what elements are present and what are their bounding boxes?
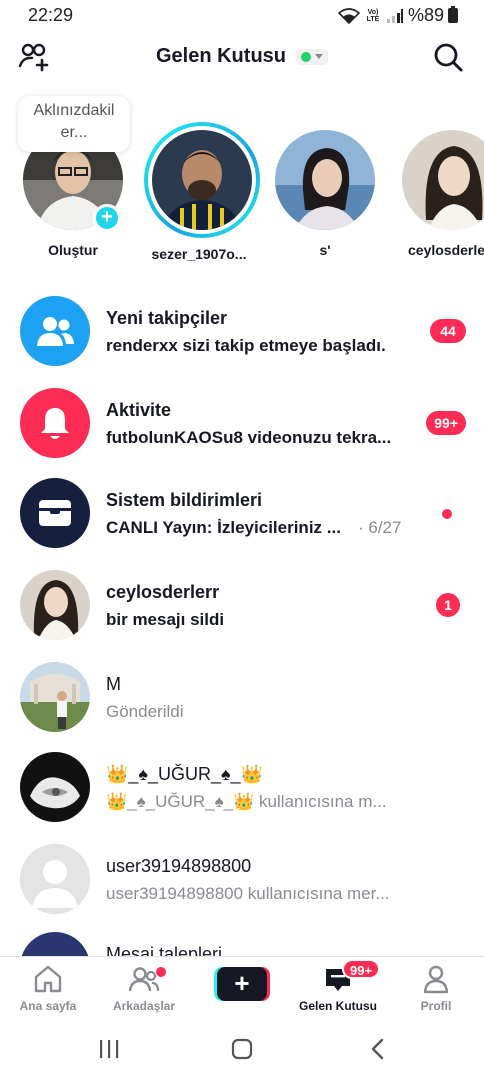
home-button-icon[interactable] [230,1038,254,1060]
nav-friends[interactable]: Arkadaşlar [96,963,192,1013]
row-title: M [106,674,121,694]
unread-badge: 44 [430,319,466,343]
row-subtitle: futbolunKAOSu8 videonuzu tekra... [106,428,392,447]
row-time: · 6/27 [358,518,402,537]
volte-indicator: Vo) LTE [366,8,380,23]
avatar [20,662,90,732]
default-avatar-icon [20,844,90,914]
note-bubble[interactable]: Aklınızdakil er... [18,96,130,152]
list-item-message-requests[interactable]: Mesaj talepleri [0,922,484,956]
wifi-icon [337,7,360,24]
battery-icon [448,6,458,23]
avatar [20,752,90,822]
status-bar: 22:29 Vo) LTE %89 [0,0,484,30]
row-title: Mesaj talepleri [106,944,223,956]
avatar [402,130,484,230]
row-subtitle: renderxx sizi takip etmeye başladı. [106,336,386,355]
row-title: Aktivite [106,400,172,420]
recent-apps-icon[interactable] [98,1038,120,1060]
nav-inbox[interactable]: 99+ Gelen Kutusu [290,959,386,1013]
row-subtitle: Gönderildi [106,702,184,721]
story-item[interactable]: sezer_1907o... [144,122,260,262]
system-nav-bar [0,1020,484,1080]
online-status-icon [301,51,311,62]
unread-dot [442,509,452,519]
nav-label: Profil [420,999,452,1013]
list-item-system-notifications[interactable]: Sistem bildirimleri CANLI Yayın: İzleyic… [0,464,484,554]
followers-icon [20,296,90,366]
story-name: ceylosderle [408,242,484,258]
notification-dot [156,967,166,977]
message-requests-icon [20,932,90,956]
story-name: sezer_1907o... [151,246,247,262]
nav-home[interactable]: Ana sayfa [0,963,96,1013]
row-title: 👑_♠_UĞUR_♠_👑 [106,764,263,784]
create-button[interactable]: + [214,967,270,1001]
list-item-activity[interactable]: Aktivite futbolunKAOSu8 videonuzu tekra.… [0,374,484,464]
list-item-chat[interactable]: 👑_♠_UĞUR_♠_👑 👑_♠_UĞUR_♠_👑 kullanıcısına … [0,738,484,828]
battery-percent: %89 [407,5,444,25]
bell-icon [20,388,90,458]
row-title: user39194898800 [106,856,252,876]
nav-label: Ana sayfa [19,999,77,1013]
status-time: 22:29 [28,5,74,25]
row-title: Yeni takipçiler [106,308,228,328]
list-item-chat[interactable]: M Gönderildi [0,648,484,738]
list-item-chat[interactable]: user39194898800 user39194898800 kullanıc… [0,830,484,920]
story-name: s' [319,242,331,258]
nav-profile[interactable]: Profil [388,963,484,1013]
story-item[interactable]: s' [270,130,380,258]
home-icon [34,965,62,993]
add-story-icon[interactable]: + [93,204,121,232]
user-photo-icon [275,130,375,230]
inbox-header: Gelen Kutusu [0,34,484,80]
bottom-nav: Ana sayfa Arkadaşlar + 99+ Gelen Kutusu … [0,956,484,1020]
unread-badge: 99+ [426,411,466,435]
profile-icon [423,965,449,994]
story-item[interactable]: ceylosderle [396,130,484,258]
unread-badge: 1 [436,593,460,617]
inbox-count-badge: 99+ [342,959,381,979]
avatar [275,130,375,230]
chevron-down-icon [315,54,323,59]
plus-icon: + [217,967,267,1001]
inbox-tray-icon [20,478,90,548]
nav-label: Gelen Kutusu [298,999,377,1013]
avatar [152,130,252,230]
row-subtitle: bir mesajı sildi [106,610,225,629]
user-photo-icon [152,130,252,230]
friends-icon [128,967,160,992]
row-title: ceylosderlerr [106,582,220,602]
list-item-chat[interactable]: ceylosderlerr bir mesajı sildi 1 [0,556,484,646]
back-icon[interactable] [370,1038,386,1060]
story-ring [144,122,260,238]
row-subtitle: CANLI Yayın: İzleyicileriniz ... [106,518,341,537]
row-title: Sistem bildirimleri [106,490,263,510]
search-icon[interactable] [432,41,464,73]
online-status-dropdown[interactable] [296,48,328,65]
status-indicators: Vo) LTE %89 [337,5,458,26]
row-subtitle: 👑_♠_UĞUR_♠_👑 kullanıcısına m... [106,792,387,811]
page-title: Gelen Kutusu [155,45,286,67]
stories-row: Aklınızdakil er... + Oluştur sezer_1907o… [0,90,484,270]
user-photo-icon [402,130,484,230]
avatar [20,570,90,640]
story-name: Oluştur [48,242,98,258]
nav-label: Arkadaşlar [112,999,176,1013]
row-subtitle: user39194898800 kullanıcısına mer... [106,884,390,903]
list-item-new-followers[interactable]: Yeni takipçiler renderxx sizi takip etme… [0,282,484,372]
signal-icon [386,8,403,23]
